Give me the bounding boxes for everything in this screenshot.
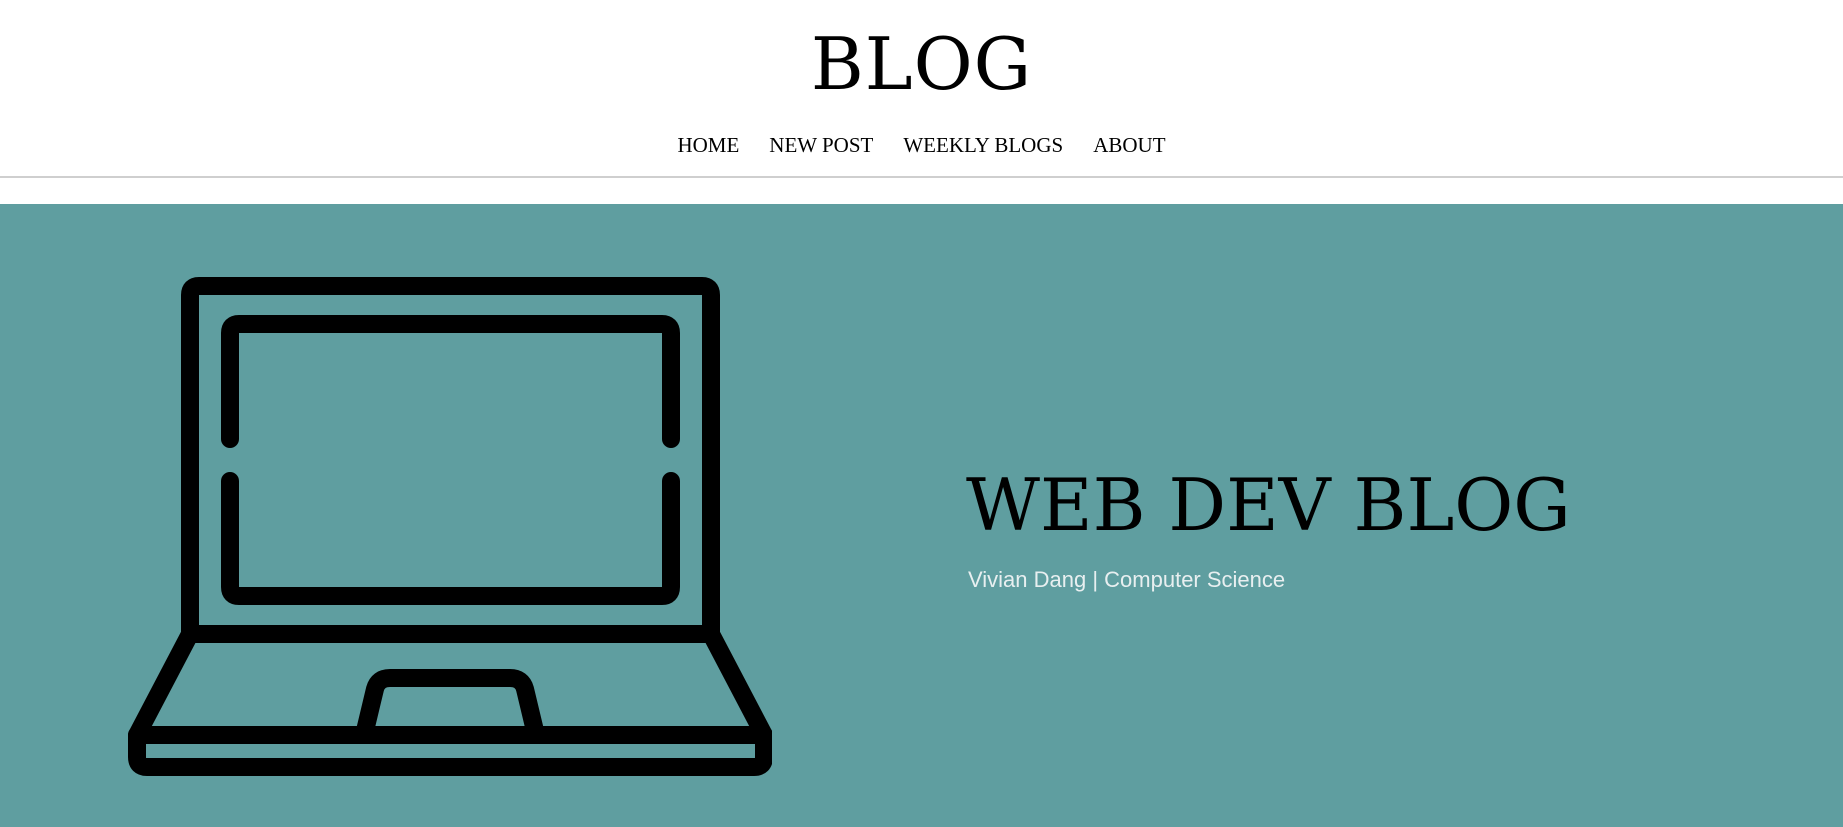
laptop-icon [128,277,772,776]
main-nav: HOME NEW POST WEEKLY BLOGS ABOUT [0,130,1843,160]
hero-banner: WEB DEV BLOG Vivian Dang | Computer Scie… [0,204,1843,827]
nav-item-weekly-blogs[interactable]: WEEKLY BLOGS [903,130,1063,160]
nav-item-home[interactable]: HOME [677,130,739,160]
nav-item-about[interactable]: ABOUT [1093,130,1165,160]
hero-title: WEB DEV BLOG [966,463,1571,547]
hero-subtitle: Vivian Dang | Computer Science [968,567,1286,592]
nav-item-new-post[interactable]: NEW POST [769,130,873,160]
site-header: BLOG HOME NEW POST WEEKLY BLOGS ABOUT [0,0,1843,178]
site-title: BLOG [810,22,1033,106]
